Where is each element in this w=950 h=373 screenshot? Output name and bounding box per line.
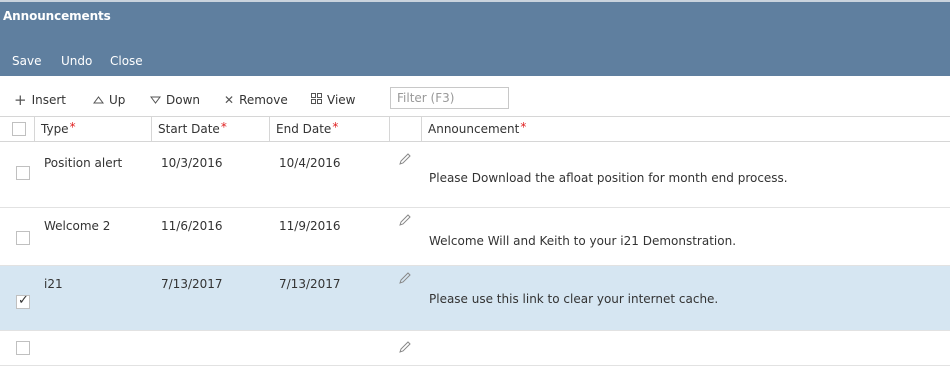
select-all-checkbox[interactable] bbox=[12, 122, 26, 136]
grid-header: Type * Start Date * End Date * Announcement… bbox=[0, 116, 950, 142]
table-row[interactable]: Welcome 2 11/6/2016 11/9/2016 Welcome Wi… bbox=[0, 208, 950, 266]
table-row[interactable]: i21 7/13/2017 7/13/2017 Please use this … bbox=[0, 266, 950, 331]
triangle-down-icon bbox=[150, 93, 161, 107]
cell-end-date: 7/13/2017 bbox=[279, 277, 341, 291]
action-bar: Save Undo Close bbox=[0, 46, 950, 76]
pencil-icon[interactable] bbox=[398, 271, 412, 285]
row-checkbox[interactable] bbox=[16, 341, 30, 355]
cell-start-date: 11/6/2016 bbox=[161, 219, 223, 233]
column-header-start-date-label: Start Date bbox=[158, 122, 220, 136]
cell-end-date: 10/4/2016 bbox=[279, 156, 341, 170]
row-checkbox[interactable] bbox=[16, 166, 30, 180]
column-header-announcement[interactable]: Announcement * bbox=[422, 117, 950, 141]
save-button[interactable]: Save bbox=[12, 54, 41, 68]
cell-announcement: Please use this link to clear your inter… bbox=[429, 292, 719, 306]
table-row[interactable] bbox=[0, 331, 950, 366]
column-header-end-date[interactable]: End Date * bbox=[270, 117, 390, 141]
cell-start-date: 10/3/2016 bbox=[161, 156, 223, 170]
window-title: Announcements bbox=[3, 9, 111, 23]
remove-button[interactable]: ✕ Remove bbox=[224, 92, 288, 108]
required-mark: * bbox=[520, 120, 527, 134]
column-header-type[interactable]: Type * bbox=[35, 117, 152, 141]
filter-input[interactable] bbox=[390, 87, 509, 109]
cell-announcement: Welcome Will and Keith to your i21 Demon… bbox=[429, 234, 737, 248]
column-header-end-date-label: End Date bbox=[276, 122, 332, 136]
cell-type: Position alert bbox=[44, 156, 123, 170]
required-mark: * bbox=[220, 120, 227, 134]
view-label: View bbox=[327, 93, 356, 107]
up-button[interactable]: Up bbox=[93, 92, 125, 108]
window-titlebar: Announcements bbox=[0, 2, 950, 46]
select-all-cell bbox=[0, 117, 35, 141]
cell-type: Welcome 2 bbox=[44, 219, 111, 233]
column-header-announcement-label: Announcement bbox=[428, 122, 520, 136]
down-label: Down bbox=[166, 93, 201, 107]
down-button[interactable]: Down bbox=[150, 92, 200, 108]
required-mark: * bbox=[69, 120, 76, 134]
pencil-icon[interactable] bbox=[398, 213, 412, 227]
table-row[interactable]: Position alert 10/3/2016 10/4/2016 Pleas… bbox=[0, 142, 950, 208]
cell-end-date: 11/9/2016 bbox=[279, 219, 341, 233]
cell-type: i21 bbox=[44, 277, 63, 291]
remove-label: Remove bbox=[239, 93, 288, 107]
grid-icon bbox=[311, 93, 322, 107]
pencil-icon[interactable] bbox=[398, 340, 412, 354]
cell-start-date: 7/13/2017 bbox=[161, 277, 223, 291]
insert-button[interactable]: + Insert bbox=[14, 91, 66, 109]
column-header-edit bbox=[390, 117, 422, 141]
row-checkbox[interactable] bbox=[16, 293, 30, 309]
column-header-start-date[interactable]: Start Date * bbox=[152, 117, 270, 141]
triangle-up-icon bbox=[93, 93, 104, 107]
column-header-type-label: Type bbox=[41, 122, 69, 136]
pencil-icon[interactable] bbox=[398, 152, 412, 166]
up-label: Up bbox=[109, 93, 126, 107]
required-mark: * bbox=[332, 120, 339, 134]
undo-button[interactable]: Undo bbox=[61, 54, 92, 68]
plus-icon: + bbox=[14, 91, 27, 109]
insert-label: Insert bbox=[31, 93, 66, 107]
x-icon: ✕ bbox=[224, 93, 235, 107]
row-checkbox[interactable] bbox=[16, 231, 30, 245]
close-button[interactable]: Close bbox=[110, 54, 143, 68]
cell-announcement: Please Download the afloat position for … bbox=[429, 171, 788, 185]
view-button[interactable]: View bbox=[311, 92, 355, 108]
